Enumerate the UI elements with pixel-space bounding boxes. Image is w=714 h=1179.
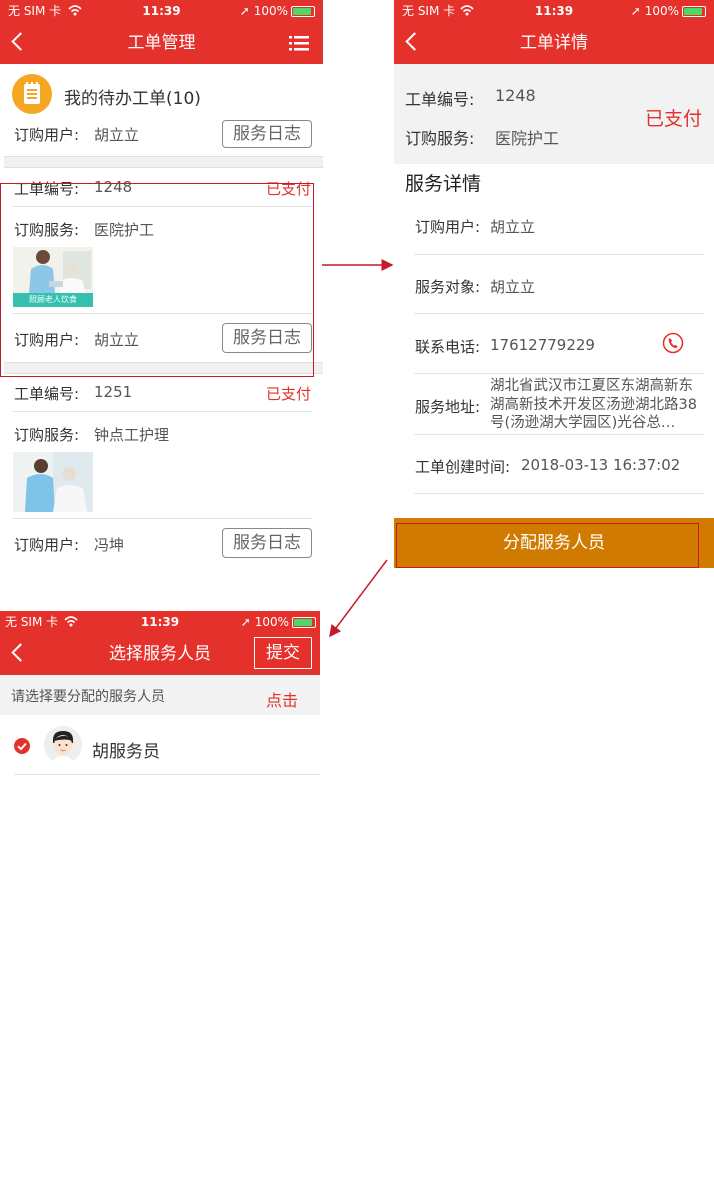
- annotation-arrows: [322, 259, 394, 638]
